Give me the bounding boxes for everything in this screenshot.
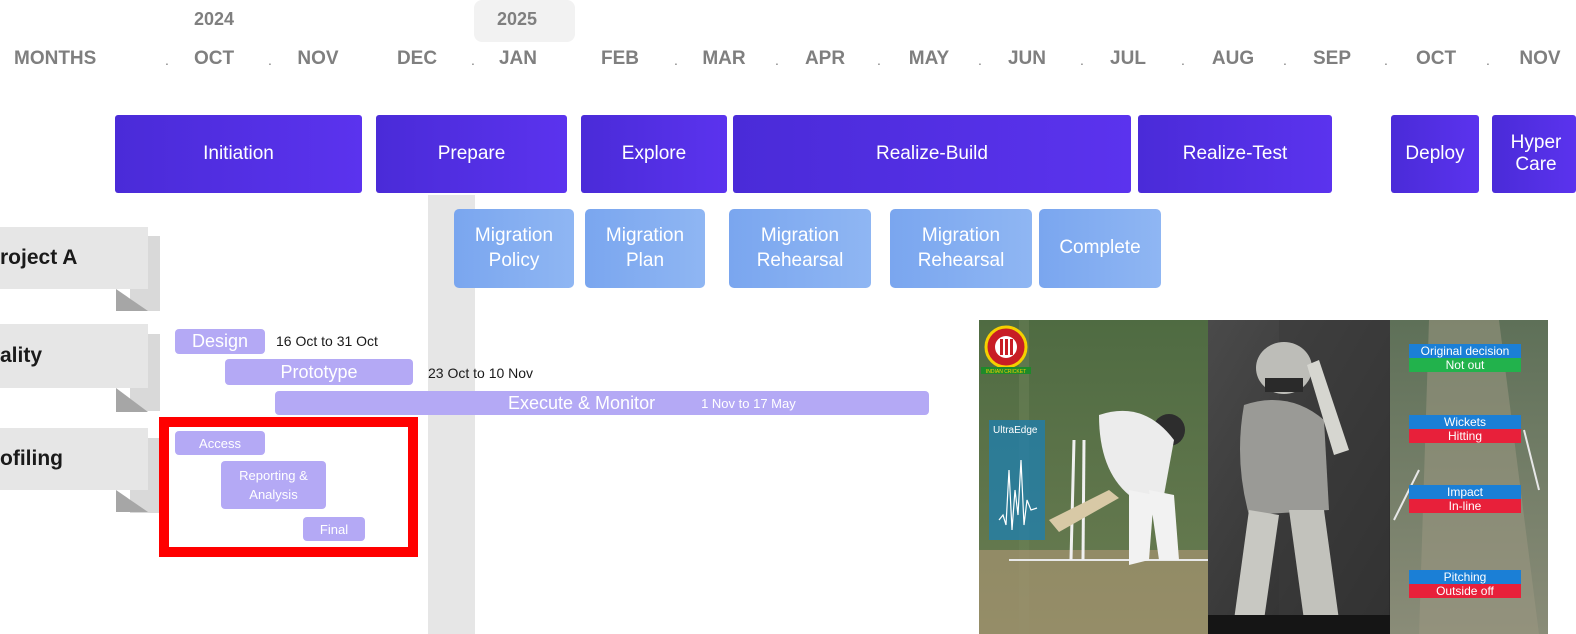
drs-tag-title: Original decision (1409, 344, 1521, 358)
month-oct-2025: OCT (1415, 48, 1457, 69)
task-execute-monitor[interactable]: Execute & Monitor 1 Nov to 17 May (275, 391, 929, 415)
row-label-fold (116, 388, 148, 412)
month-separator: . (1080, 52, 1084, 68)
month-oct-2024: OCT (193, 48, 235, 69)
month-aug-2025: AUG (1211, 48, 1255, 69)
month-jul-2025: JUL (1110, 48, 1146, 69)
month-separator: . (1384, 52, 1388, 68)
drs-wickets: Wickets Hitting (1409, 415, 1521, 443)
month-feb-2025: FEB (601, 48, 639, 69)
month-separator: . (471, 52, 475, 68)
month-separator: . (165, 52, 169, 68)
month-jan-2025: JAN (498, 48, 537, 69)
months-header-label: MONTHS (14, 48, 97, 69)
drs-tag-title: Wickets (1409, 415, 1521, 429)
milestone-migration-rehearsal-2[interactable]: Migration Rehearsal (890, 209, 1032, 288)
phase-deploy[interactable]: Deploy (1391, 115, 1479, 193)
month-apr-2025: APR (804, 48, 846, 69)
drs-original-decision: Original decision Not out (1409, 344, 1521, 372)
milestone-migration-rehearsal-1[interactable]: Migration Rehearsal (729, 209, 871, 288)
month-dec-2024: DEC (396, 48, 438, 69)
month-separator: . (1283, 52, 1287, 68)
ultraedge-label: UltraEdge (993, 425, 1038, 436)
task-design[interactable]: Design (175, 329, 265, 354)
month-nov-2024: NOV (297, 48, 339, 69)
phase-explore[interactable]: Explore (581, 115, 727, 193)
drs-tag-value: Outside off (1409, 584, 1521, 598)
row-label-project-a: roject A (0, 227, 148, 289)
milestone-migration-policy[interactable]: Migration Policy (454, 209, 574, 288)
milestone-migration-plan[interactable]: Migration Plan (585, 209, 705, 288)
task-prototype[interactable]: Prototype (225, 359, 413, 385)
month-separator: . (1181, 52, 1185, 68)
task-design-dates: 16 Oct to 31 Oct (276, 333, 378, 349)
row-label-profiling: ofiling (0, 428, 148, 490)
row-label-fold (116, 289, 148, 311)
month-separator: . (268, 52, 272, 68)
phase-realize-build[interactable]: Realize-Build (733, 115, 1131, 193)
drs-pitching: Pitching Outside off (1409, 570, 1521, 598)
month-separator: . (775, 52, 779, 68)
year-label-2025: 2025 (496, 9, 538, 29)
month-may-2025: MAY (908, 48, 950, 69)
phase-initiation[interactable]: Initiation (115, 115, 362, 193)
cricket-drs-image: UltraEdge INDIAN CRICKET Original decisi… (979, 320, 1548, 634)
highlight-box (159, 417, 418, 557)
row-label-quality: ality (0, 324, 148, 388)
month-sep-2025: SEP (1312, 48, 1352, 69)
month-jun-2025: JUN (1007, 48, 1046, 69)
task-execute-monitor-label: Execute & Monitor (508, 392, 656, 413)
drs-tag-title: Pitching (1409, 570, 1521, 584)
task-execute-monitor-dates: 1 Nov to 17 May (701, 395, 796, 411)
drs-tag-value: Hitting (1409, 429, 1521, 443)
month-separator: . (877, 52, 881, 68)
month-separator: . (978, 52, 982, 68)
year-label-2024: 2024 (193, 9, 235, 29)
phase-hyper-care[interactable]: Hyper Care (1492, 115, 1576, 193)
phase-realize-test[interactable]: Realize-Test (1138, 115, 1332, 193)
task-prototype-dates: 23 Oct to 10 Nov (428, 365, 534, 381)
month-separator: . (1486, 52, 1490, 68)
month-separator: . (674, 52, 678, 68)
drs-tag-value: Not out (1409, 358, 1521, 372)
badge-text: INDIAN CRICKET (986, 369, 1026, 375)
milestone-complete[interactable]: Complete (1039, 209, 1161, 288)
drs-tag-title: Impact (1409, 485, 1521, 499)
drs-impact: Impact In-line (1409, 485, 1521, 513)
month-nov-2025: NOV (1519, 48, 1561, 69)
phase-prepare[interactable]: Prepare (376, 115, 567, 193)
month-mar-2025: MAR (702, 48, 746, 69)
drs-tag-value: In-line (1409, 499, 1521, 513)
row-label-fold (116, 490, 148, 512)
